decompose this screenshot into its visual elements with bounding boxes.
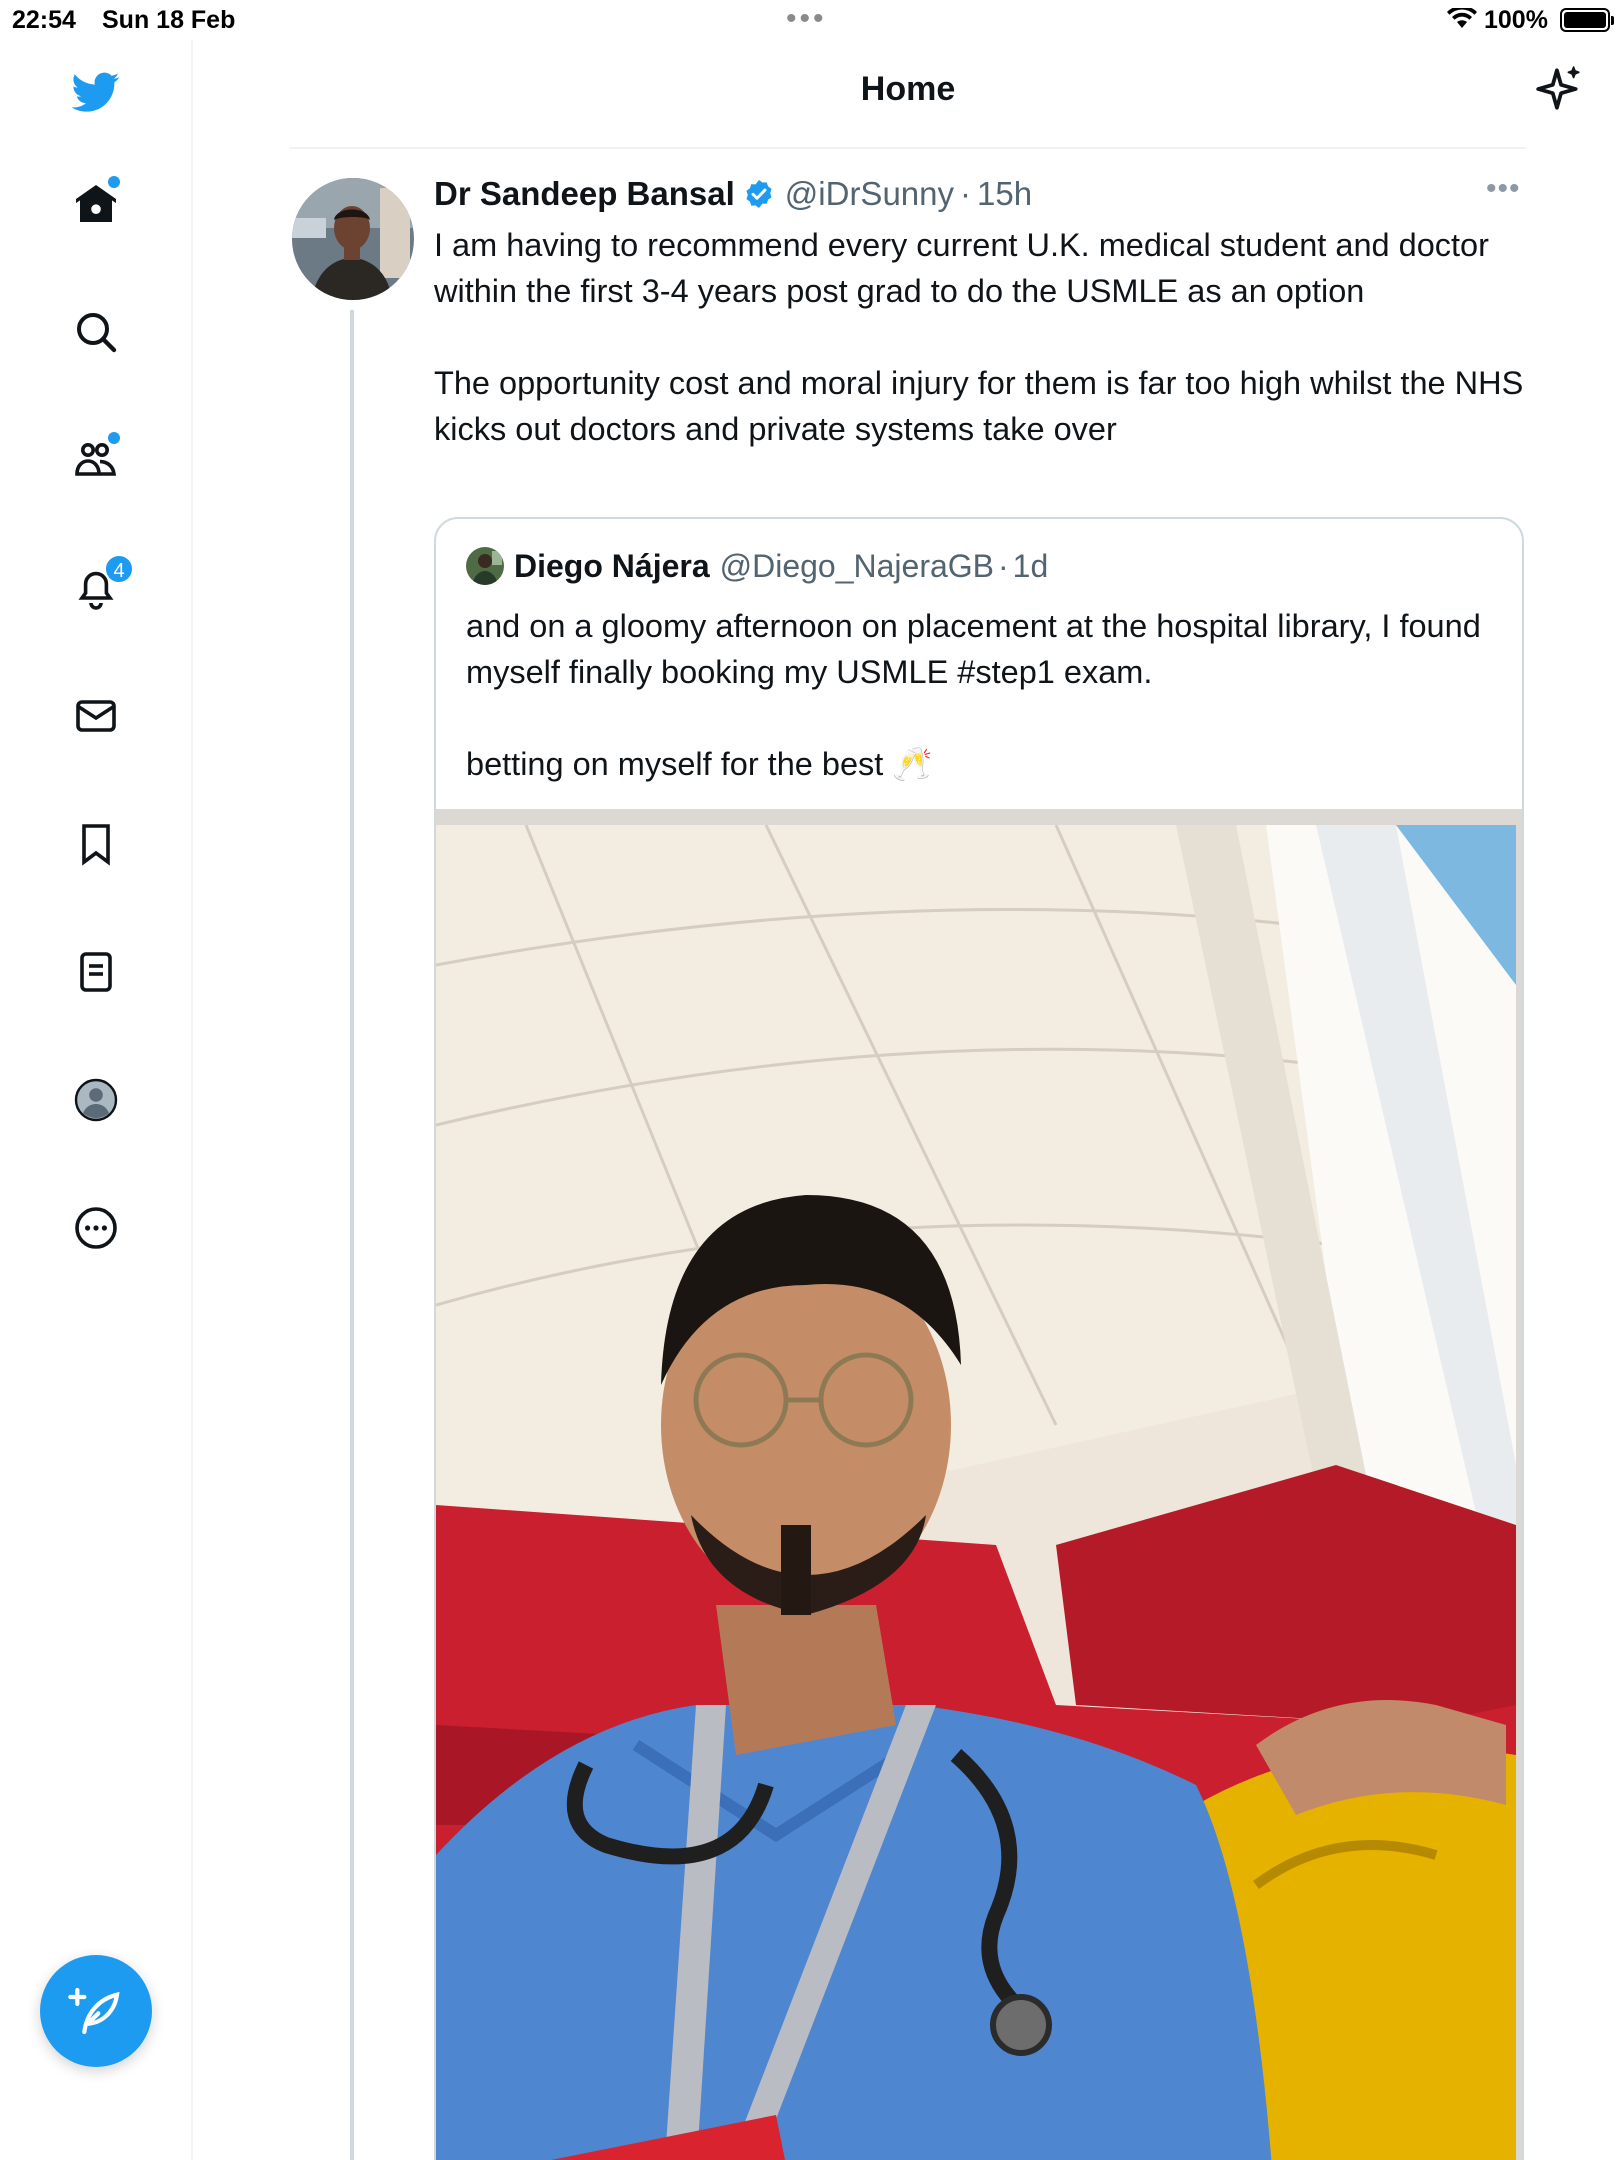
battery-percentage: 100% [1484,6,1548,34]
quoted-paragraph: and on a gloomy afternoon on placement a… [466,608,1481,690]
tweet-body: I am having to recommend every current U… [434,222,1534,452]
timeline-sparkle-icon[interactable] [1534,64,1584,114]
selfie-photo-image [436,825,1516,2160]
page-title: Home [860,70,956,108]
twitter-logo-icon[interactable] [66,62,126,122]
tweet-author-handle[interactable]: @iDrSunny [785,175,954,213]
tweet-paragraph: The opportunity cost and moral injury fo… [434,365,1524,447]
quoted-tweet-body: and on a gloomy afternoon on placement a… [466,603,1496,787]
quoted-author-name[interactable]: Diego Nájera [514,548,710,585]
thread-line [350,310,354,2160]
tweet-author-name[interactable]: Dr Sandeep Bansal [434,175,735,213]
wifi-icon [1447,8,1477,28]
quoted-author-handle[interactable]: @Diego_NajeraGB [720,548,994,585]
communities-unread-dot [108,432,120,444]
compose-tweet-button[interactable] [40,1955,152,2067]
status-time: 22:54 [12,6,76,34]
home-unread-dot [108,176,120,188]
header-divider [290,147,1526,149]
quoted-meta-separator: · [998,547,1009,584]
bookmarks-icon[interactable] [66,814,126,874]
lists-icon[interactable] [66,942,126,1002]
tweet-author-avatar[interactable] [292,178,414,300]
sidebar: 4 [0,40,193,2160]
quoted-tweet-photo[interactable] [436,809,1522,2160]
status-bar: 22:54 Sun 18 Feb ••• 100% [0,0,1620,40]
messages-icon[interactable] [66,686,126,746]
notifications-icon[interactable]: 4 [66,554,134,618]
multitasking-dots-icon[interactable]: ••• [786,2,827,36]
quoted-tweet-header: Diego Nájera @Diego_NajeraGB · 1d [466,547,1048,585]
search-icon[interactable] [66,302,126,362]
tweet-paragraph: I am having to recommend every current U… [434,227,1489,309]
home-icon[interactable] [66,174,126,234]
battery-icon [1560,8,1614,32]
quoted-author-avatar[interactable] [466,547,504,585]
status-date: Sun 18 Feb [102,6,236,34]
notifications-count-badge: 4 [104,554,134,584]
tweet-more-options-icon[interactable]: ••• [1486,172,1521,206]
quoted-tweet-card[interactable]: Diego Nájera @Diego_NajeraGB · 1d and on… [434,517,1524,2160]
verified-badge-icon [746,180,772,208]
tweet-meta-separator: · [960,175,972,212]
communities-icon[interactable] [66,430,126,490]
quoted-paragraph: betting on myself for the best 🥂 [466,746,933,782]
compose-feather-icon [68,1987,120,2035]
more-icon[interactable] [66,1198,126,1258]
quoted-timestamp[interactable]: 1d [1013,548,1049,585]
profile-icon[interactable] [66,1070,126,1130]
tweet-timestamp[interactable]: 15h [977,175,1032,213]
tweet-header: Dr Sandeep Bansal @iDrSunny · 15h [434,172,1032,216]
